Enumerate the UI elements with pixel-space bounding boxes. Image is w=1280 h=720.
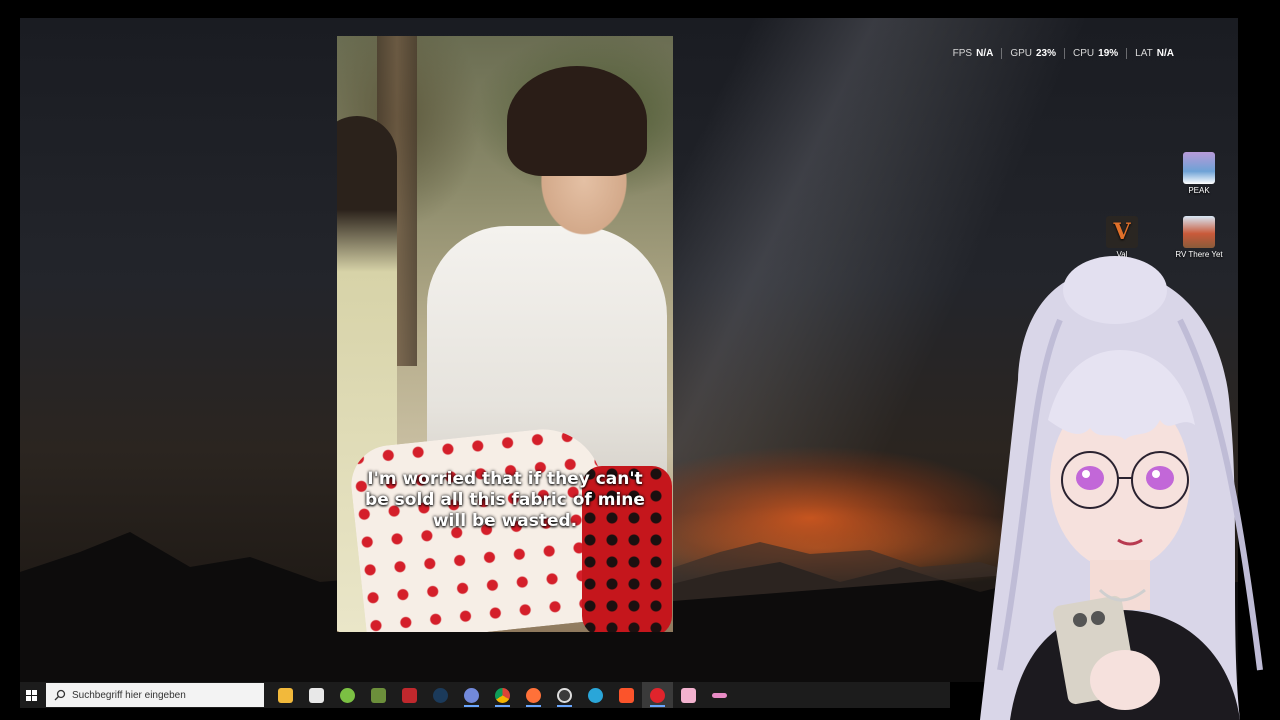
app-blue-icon xyxy=(588,687,603,703)
taskbar-file-explorer[interactable] xyxy=(270,682,301,708)
pen-app-icon xyxy=(712,692,727,698)
search-icon xyxy=(54,689,66,701)
taskbar-pinned-apps xyxy=(270,682,735,708)
peak-game-icon xyxy=(1183,152,1215,184)
vtuber-avatar-illustration xyxy=(980,256,1263,720)
video-player-window[interactable]: I'm worried that if they can't be sold a… xyxy=(337,36,673,632)
chrome-icon xyxy=(495,687,510,703)
taskbar-opera[interactable] xyxy=(642,682,673,708)
taskbar-chrome[interactable] xyxy=(487,682,518,708)
windows-logo-icon xyxy=(25,689,37,701)
gpu-readout: GPU 23% xyxy=(1001,48,1064,59)
cpu-readout: CPU 19% xyxy=(1064,48,1126,59)
store-icon xyxy=(309,687,324,703)
news-app-icon xyxy=(402,687,417,703)
file-explorer-icon xyxy=(278,687,293,703)
taskbar-store[interactable] xyxy=(301,682,332,708)
rv-there-yet-game-icon xyxy=(1183,216,1215,248)
obs-icon xyxy=(557,687,572,703)
desktop-icon-peak[interactable]: PEAK xyxy=(1169,152,1229,195)
minecraft-icon xyxy=(371,687,386,703)
taskbar-brave[interactable] xyxy=(611,682,642,708)
taskbar-steam[interactable] xyxy=(425,682,456,708)
start-button[interactable] xyxy=(20,682,42,708)
video-person-hair xyxy=(507,66,647,176)
fps-readout: FPS N/A xyxy=(952,48,994,59)
taskbar-obs[interactable] xyxy=(549,682,580,708)
taskbar-blue-app[interactable] xyxy=(580,682,611,708)
brave-icon xyxy=(619,687,634,703)
discord-icon xyxy=(464,687,479,703)
pink-app-icon xyxy=(681,687,696,703)
opera-icon xyxy=(650,687,665,703)
subtitle-line-1: I'm worried that if they can't xyxy=(367,469,643,489)
performance-overlay: FPS N/A GPU 23% CPU 19% LAT N/A xyxy=(945,48,1182,59)
taskbar-android[interactable] xyxy=(332,682,363,708)
subtitle-line-3: will be wasted. xyxy=(432,511,578,531)
subtitle-line-2: be sold all this fabric of mine xyxy=(365,490,645,510)
android-icon xyxy=(340,687,355,703)
desktop-icon-label: PEAK xyxy=(1188,186,1210,195)
valheim-game-icon: V xyxy=(1106,216,1138,248)
taskbar-pen-app[interactable] xyxy=(704,682,735,708)
taskbar: Suchbegriff hier eingeben xyxy=(20,682,950,708)
steam-icon xyxy=(433,687,448,703)
firefox-icon xyxy=(526,687,541,703)
search-placeholder: Suchbegriff hier eingeben xyxy=(72,689,186,701)
taskbar-minecraft[interactable] xyxy=(363,682,394,708)
taskbar-search-box[interactable]: Suchbegriff hier eingeben xyxy=(46,683,264,707)
video-subtitle: I'm worried that if they can't be sold a… xyxy=(337,469,673,532)
taskbar-discord[interactable] xyxy=(456,682,487,708)
vtuber-avatar xyxy=(940,250,1280,720)
latency-readout: LAT N/A xyxy=(1126,48,1182,59)
taskbar-firefox[interactable] xyxy=(518,682,549,708)
taskbar-news-app[interactable] xyxy=(394,682,425,708)
taskbar-pink-app[interactable] xyxy=(673,682,704,708)
